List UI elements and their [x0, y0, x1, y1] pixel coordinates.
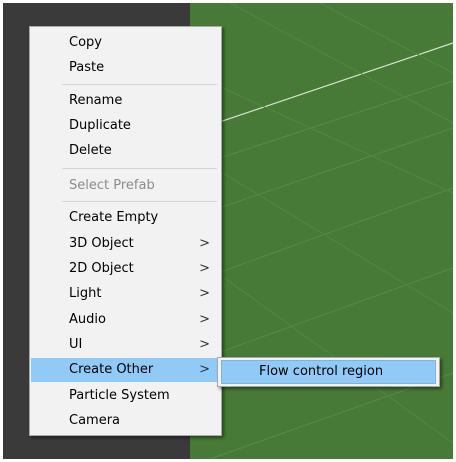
menu-item-label: Flow control region [259, 364, 384, 379]
screenshot-stage: Copy Paste Rename Duplicate Delete Selec… [0, 0, 456, 462]
menu-item-create-empty[interactable]: Create Empty [31, 206, 220, 230]
scene-grid [190, 3, 453, 459]
chevron-right-icon: > [199, 236, 210, 251]
chevron-right-icon: > [199, 362, 210, 377]
context-menu: Copy Paste Rename Duplicate Delete Selec… [29, 26, 222, 436]
menu-item-duplicate[interactable]: Duplicate [31, 114, 220, 138]
menu-item-flow-control-region[interactable]: Flow control region [221, 360, 436, 384]
scene-view[interactable] [190, 3, 453, 459]
menu-item-rename[interactable]: Rename [31, 89, 220, 113]
menu-item-label: Particle System [69, 388, 170, 403]
menu-item-label: Light [69, 286, 102, 301]
menu-item-label: 2D Object [69, 261, 134, 276]
menu-item-label: UI [69, 337, 83, 352]
menu-item-label: Rename [69, 93, 123, 108]
menu-item-audio[interactable]: Audio > [31, 308, 220, 332]
menu-item-label: Duplicate [69, 118, 131, 133]
chevron-right-icon: > [199, 286, 210, 301]
menu-item-label: Audio [69, 312, 106, 327]
menu-item-label: Paste [69, 60, 105, 75]
chevron-right-icon: > [199, 312, 210, 327]
menu-item-copy[interactable]: Copy [31, 31, 220, 55]
menu-item-delete[interactable]: Delete [31, 139, 220, 163]
create-other-submenu: Flow control region [217, 357, 440, 387]
menu-item-2d-object[interactable]: 2D Object > [31, 257, 220, 281]
chevron-right-icon: > [199, 337, 210, 352]
menu-item-label: Select Prefab [69, 178, 155, 193]
menu-item-create-other[interactable]: Create Other > [31, 358, 220, 382]
menu-item-label: Camera [69, 413, 121, 428]
menu-separator [62, 201, 217, 202]
menu-item-ui[interactable]: UI > [31, 333, 220, 357]
menu-item-label: Delete [69, 143, 112, 158]
menu-separator [62, 84, 217, 85]
menu-item-select-prefab: Select Prefab [31, 174, 220, 198]
menu-separator [62, 168, 217, 169]
menu-item-paste[interactable]: Paste [31, 56, 220, 80]
menu-item-3d-object[interactable]: 3D Object > [31, 232, 220, 256]
menu-item-label: Copy [69, 35, 102, 50]
menu-item-label: 3D Object [69, 236, 134, 251]
menu-item-particle-system[interactable]: Particle System [31, 384, 220, 408]
menu-item-light[interactable]: Light > [31, 282, 220, 306]
menu-item-camera[interactable]: Camera [31, 409, 220, 433]
menu-item-label: Create Other [69, 362, 154, 377]
menu-item-label: Create Empty [69, 210, 159, 225]
chevron-right-icon: > [199, 261, 210, 276]
